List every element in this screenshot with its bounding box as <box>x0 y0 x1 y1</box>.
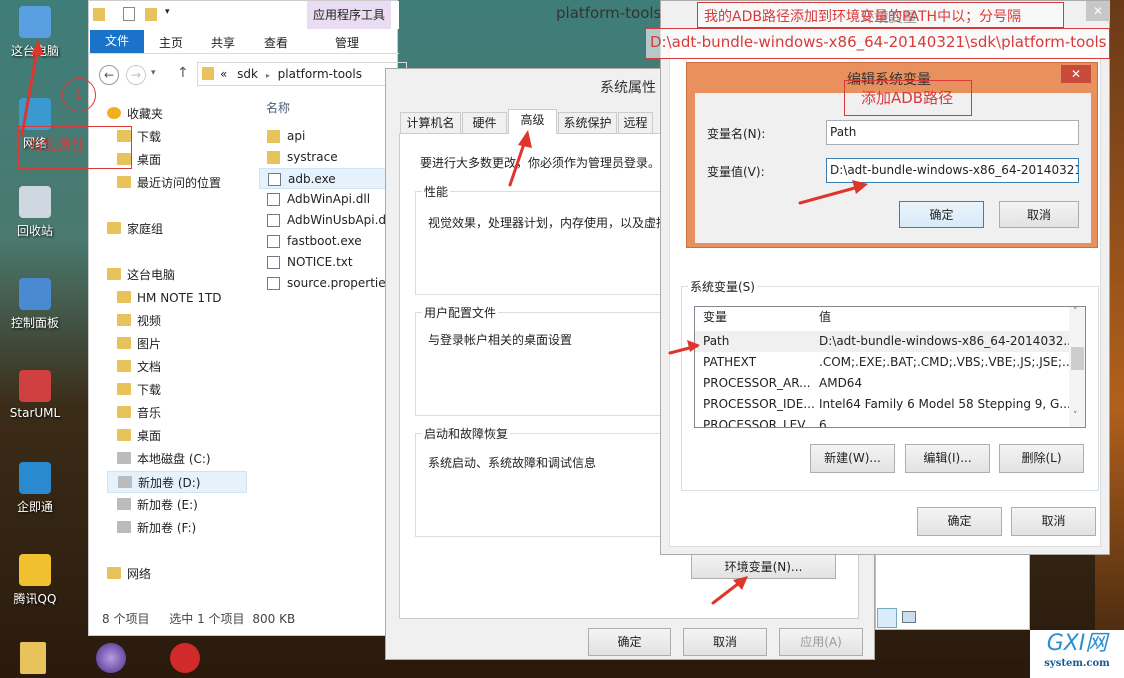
arrowhead-icon <box>31 40 44 55</box>
arrowhead-icon <box>687 340 700 352</box>
arrowhead-icon <box>852 180 868 194</box>
arrow-icon <box>20 43 40 137</box>
watermark-sub: system.com <box>1044 658 1110 669</box>
watermark-logo: GXI网 system.com <box>1030 630 1124 678</box>
arrow-icon <box>798 184 864 205</box>
arrowhead-icon <box>518 130 532 148</box>
watermark-main: GXI网 <box>1046 631 1108 656</box>
annotation-arrows <box>20 40 868 605</box>
arrowhead-icon <box>733 576 748 590</box>
